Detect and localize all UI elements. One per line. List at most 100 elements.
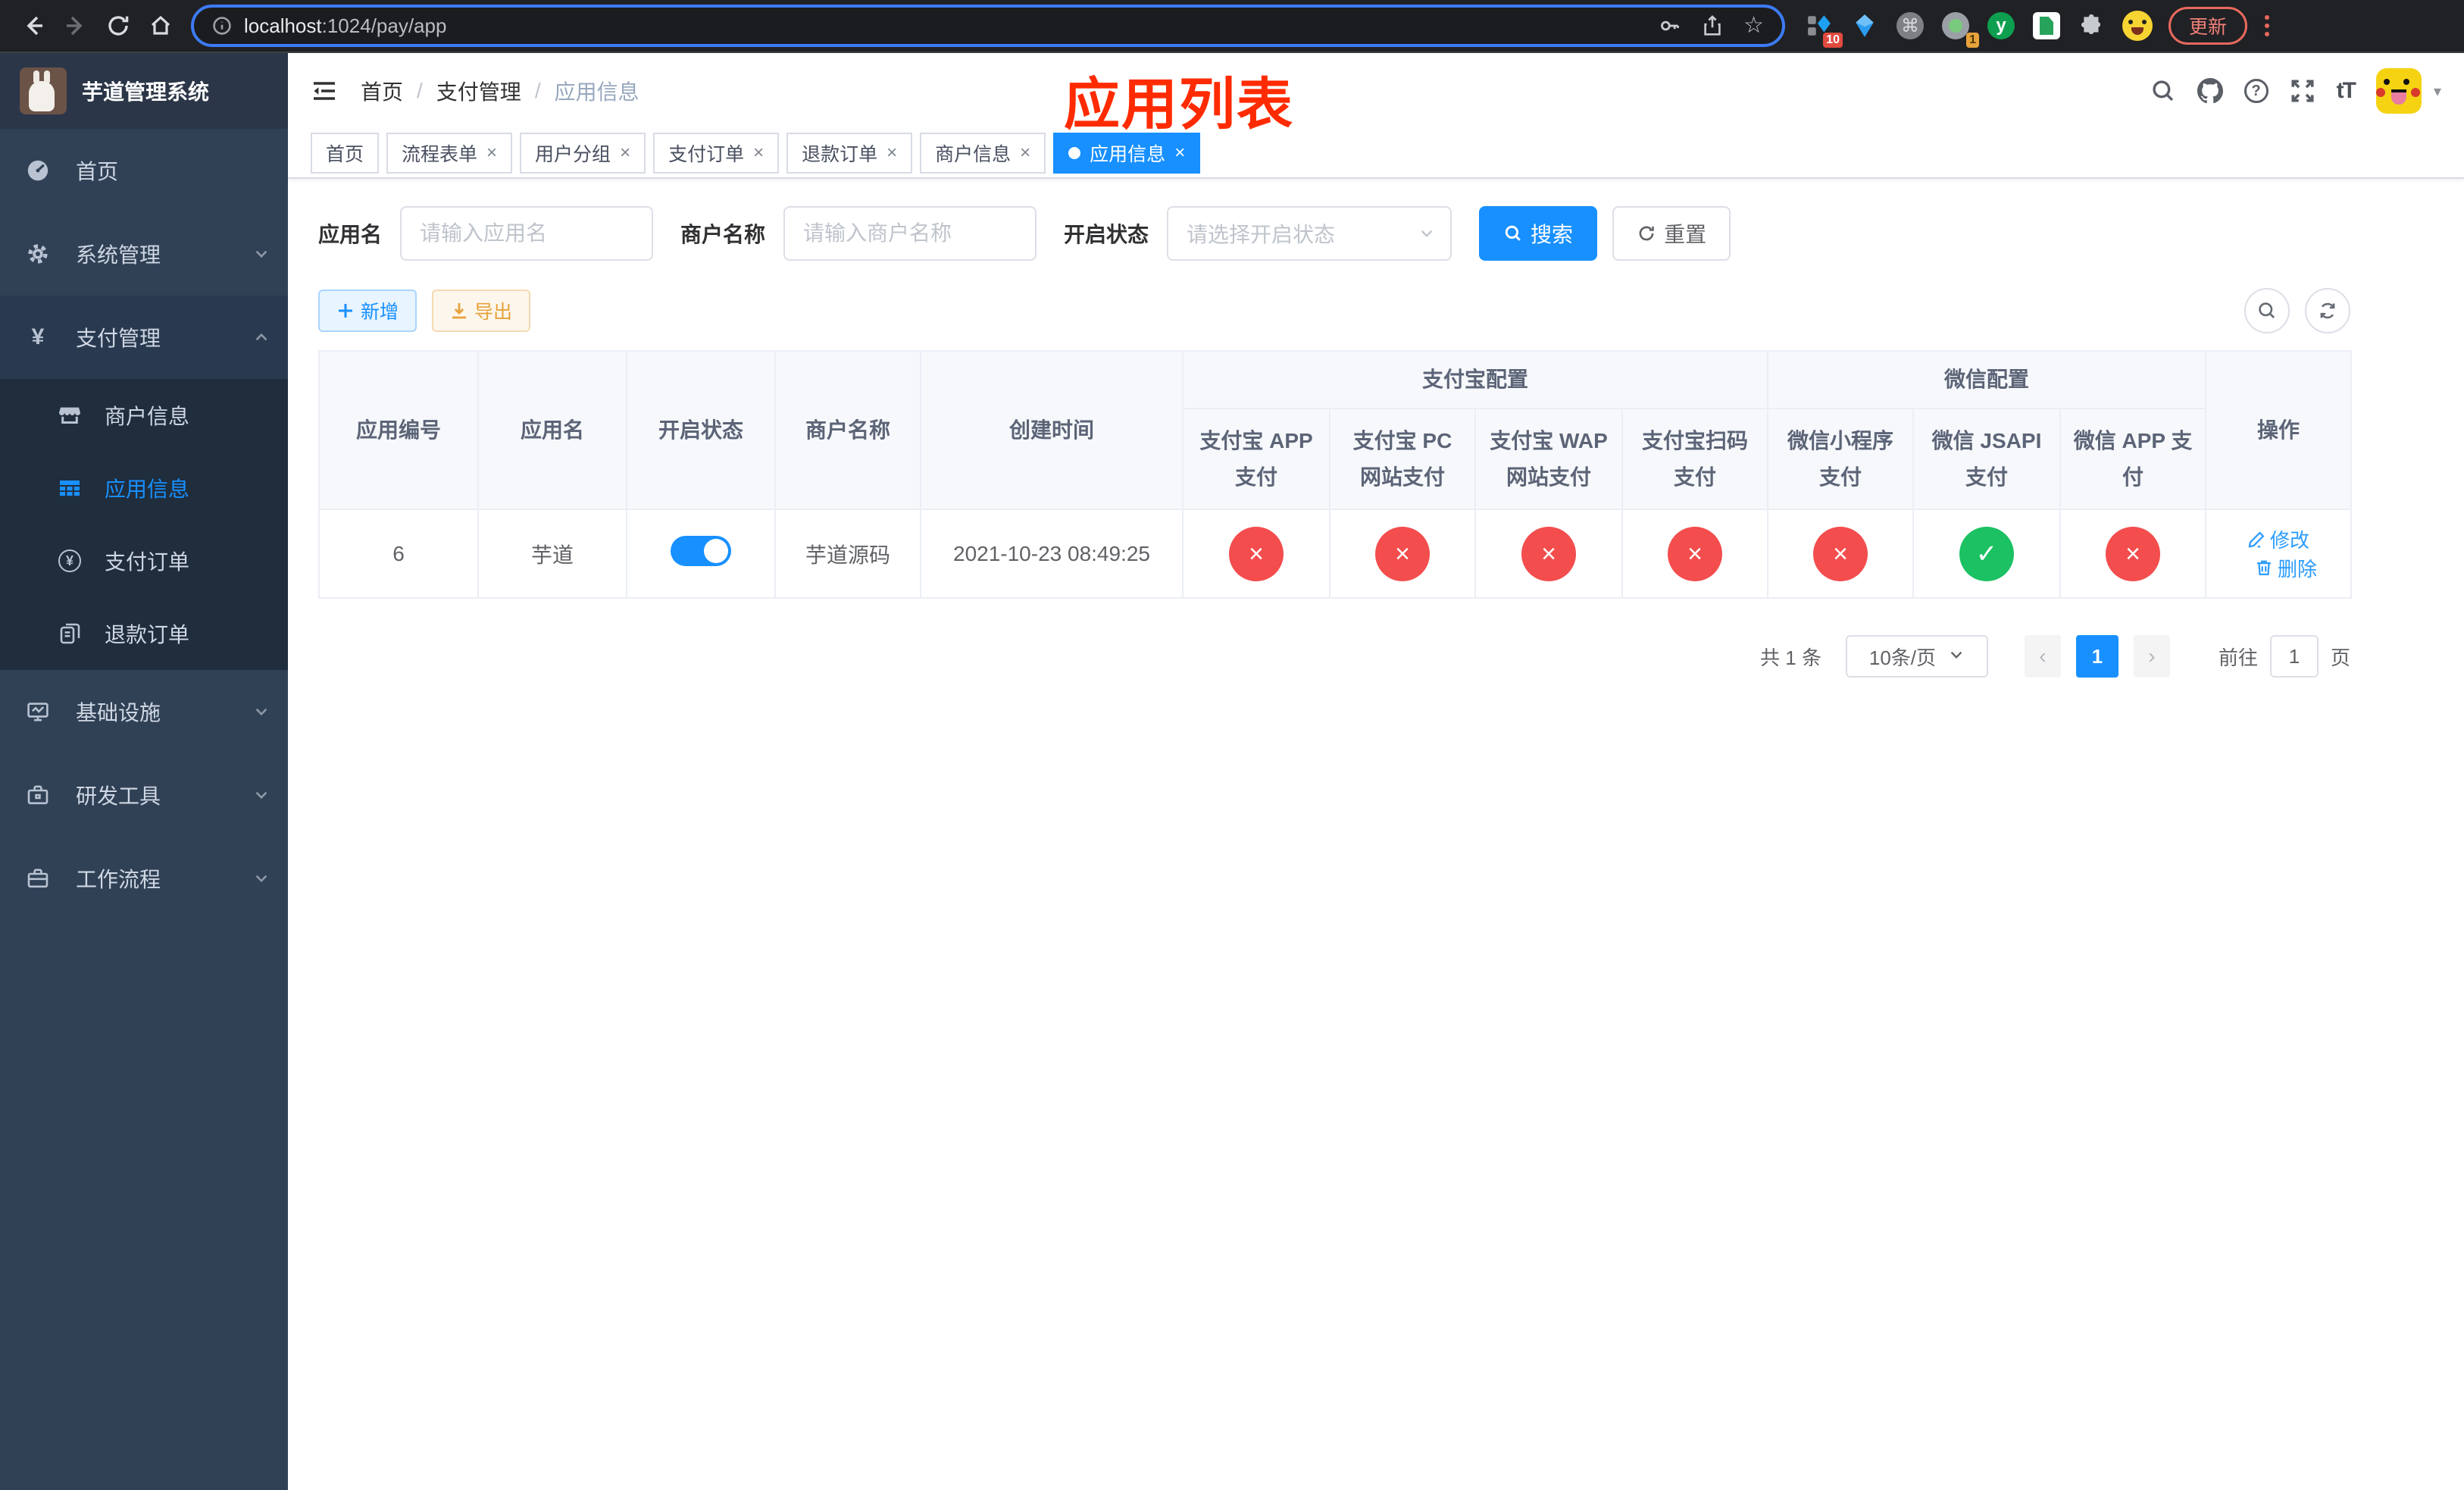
sidebar-item-label: 基础设施 (76, 701, 161, 725)
site-info-icon[interactable] (212, 16, 232, 36)
tab-refund-order[interactable]: 退款订单 × (786, 133, 913, 174)
logo-rabbit-image (20, 67, 67, 114)
gear-icon (26, 242, 50, 266)
tab-user-group[interactable]: 用户分组 × (520, 133, 646, 174)
close-icon[interactable]: × (886, 142, 897, 164)
sidebar-item-home[interactable]: 首页 (0, 129, 288, 212)
address-bar[interactable]: localhost:1024/pay/app ☆ (191, 5, 1785, 47)
merchant-name-input[interactable] (783, 206, 1037, 261)
next-page-button[interactable]: › (2133, 635, 2170, 678)
page-size-select[interactable]: 10条/页 (1845, 635, 1988, 678)
sidebar-item-refund-order[interactable]: 退款订单 (0, 597, 288, 670)
overlay-annotation-title: 应用列表 (1064, 73, 1294, 136)
sidebar-item-label: 退款订单 (105, 623, 190, 646)
cell-app-name: 芋道 (477, 509, 627, 599)
add-button[interactable]: 新增 (318, 290, 417, 332)
share-icon[interactable] (1701, 14, 1724, 37)
extension-blue-diamond-icon[interactable]: 10 (1800, 7, 1843, 48)
col-alipay-pc: 支付宝 PC 网站支付 (1329, 408, 1476, 511)
col-actions: 操作 (2205, 350, 2353, 511)
tags-view-bar: 首页 流程表单 × 用户分组 × 支付订单 × 退款订单 × 商户信息 × 应用信息 × (288, 129, 2464, 179)
refresh-table-button[interactable] (2305, 288, 2350, 333)
sidebar-logo[interactable]: 芋道管理系统 (0, 53, 288, 129)
browser-menu-button[interactable] (2256, 15, 2278, 36)
avatar-caret-icon[interactable]: ▾ (2434, 82, 2441, 101)
status-toggle[interactable] (671, 536, 731, 567)
show-search-button[interactable] (2244, 288, 2290, 333)
sidebar-collapse-icon[interactable] (311, 77, 338, 105)
sidebar-item-merchant-info[interactable]: 商户信息 (0, 379, 288, 452)
export-button[interactable]: 导出 (432, 290, 531, 332)
fullscreen-icon[interactable] (2290, 78, 2315, 104)
bookmark-star-icon[interactable]: ☆ (1743, 14, 1764, 37)
monitor-chart-icon (26, 700, 50, 724)
app-name-input[interactable] (400, 206, 654, 261)
tab-merchant-info[interactable]: 商户信息 × (920, 133, 1046, 174)
browser-reload-button[interactable] (97, 5, 139, 47)
goto-page-input[interactable] (2269, 635, 2319, 678)
breadcrumb-home[interactable]: 首页 (361, 76, 403, 106)
extension-doc-icon[interactable] (2028, 7, 2065, 45)
url-text: localhost:1024/pay/app (244, 14, 446, 38)
search-icon (2259, 302, 2275, 319)
font-size-icon[interactable]: tT (2337, 78, 2356, 104)
close-icon[interactable]: × (1174, 142, 1185, 164)
delete-link[interactable]: 删除 (2255, 554, 2317, 582)
url-path: :1024/pay/app (321, 14, 447, 37)
extensions-puzzle-icon[interactable] (2073, 7, 2111, 45)
tab-process-form[interactable]: 流程表单 × (386, 133, 513, 174)
extension-y-icon[interactable]: y (1982, 7, 2020, 45)
search-button[interactable]: 搜索 (1479, 206, 1598, 261)
top-navbar: 首页 / 支付管理 / 应用信息 ? tT ▾ (288, 53, 2464, 129)
col-alipay-wap: 支付宝 WAP 网站支付 (1474, 408, 1623, 511)
sidebar-item-pay-order[interactable]: ¥ 支付订单 (0, 524, 288, 597)
help-icon[interactable]: ? (2244, 79, 2269, 103)
user-avatar[interactable] (2375, 68, 2422, 114)
prev-page-button[interactable]: ‹ (2024, 635, 2061, 678)
edit-link[interactable]: 修改 (2247, 525, 2309, 553)
close-icon[interactable]: × (1020, 142, 1030, 164)
sidebar-item-label: 支付管理 (76, 327, 161, 350)
status-select[interactable]: 请选择开启状态 (1167, 206, 1452, 261)
chrome-update-button[interactable]: 更新 (2169, 7, 2248, 45)
close-icon[interactable]: × (620, 142, 630, 164)
close-icon[interactable]: × (753, 142, 764, 164)
sidebar-item-app-info[interactable]: 应用信息 (0, 452, 288, 524)
extension-command-icon[interactable]: ⌘ (1891, 7, 1929, 45)
sidebar-item-payment[interactable]: ¥ 支付管理 (0, 296, 288, 379)
sidebar-item-workflow[interactable]: 工作流程 (0, 837, 288, 920)
browser-back-button[interactable] (12, 5, 55, 47)
status-icon-wx-mini: × (1813, 526, 1868, 581)
tab-home[interactable]: 首页 (311, 133, 380, 174)
pagination: 共 1 条 10条/页 ‹ 1 › 前往 页 (318, 635, 2350, 678)
browser-forward-button[interactable] (55, 5, 97, 47)
page-1-button[interactable]: 1 (2075, 635, 2118, 678)
close-icon[interactable]: × (486, 142, 497, 164)
sidebar-item-system[interactable]: 系统管理 (0, 212, 288, 296)
extension-session-icon[interactable]: 1 (1937, 7, 1979, 48)
extension-gem-icon[interactable] (1846, 7, 1884, 45)
sidebar-item-infrastructure[interactable]: 基础设施 (0, 670, 288, 753)
sidebar-item-label: 工作流程 (76, 868, 161, 891)
shop-icon (58, 403, 82, 427)
page-content: 应用名 商户名称 开启状态 请选择开启状态 (288, 179, 2464, 1490)
reset-button[interactable]: 重置 (1612, 206, 1731, 261)
browser-home-button[interactable] (139, 5, 182, 47)
sidebar-item-label: 应用信息 (105, 477, 190, 501)
status-icon-alipay-app: × (1229, 526, 1284, 581)
password-key-icon[interactable] (1659, 14, 1681, 37)
breadcrumb-payment[interactable]: 支付管理 (436, 76, 521, 106)
command-glyph: ⌘ (1901, 15, 1919, 36)
github-icon[interactable] (2197, 78, 2223, 104)
cell-merchant: 芋道源码 (774, 509, 921, 599)
header-search-icon[interactable] (2150, 78, 2176, 104)
browser-profile-avatar[interactable] (2118, 7, 2156, 45)
tab-pay-order[interactable]: 支付订单 × (653, 133, 780, 174)
page-unit-label: 页 (2330, 646, 2350, 669)
sidebar-item-dev-tools[interactable]: 研发工具 (0, 753, 288, 837)
extensions-row: 10 ⌘ 1 y (1800, 7, 2156, 48)
sidebar-item-label: 研发工具 (76, 784, 161, 808)
app-table: 应用编号 应用名 开启状态 商户名称 创建时间 支付宝配置 微信配置 操作 支付… (318, 350, 2353, 599)
status-select-placeholder: 请选择开启状态 (1187, 223, 1336, 246)
home-icon (151, 15, 170, 35)
